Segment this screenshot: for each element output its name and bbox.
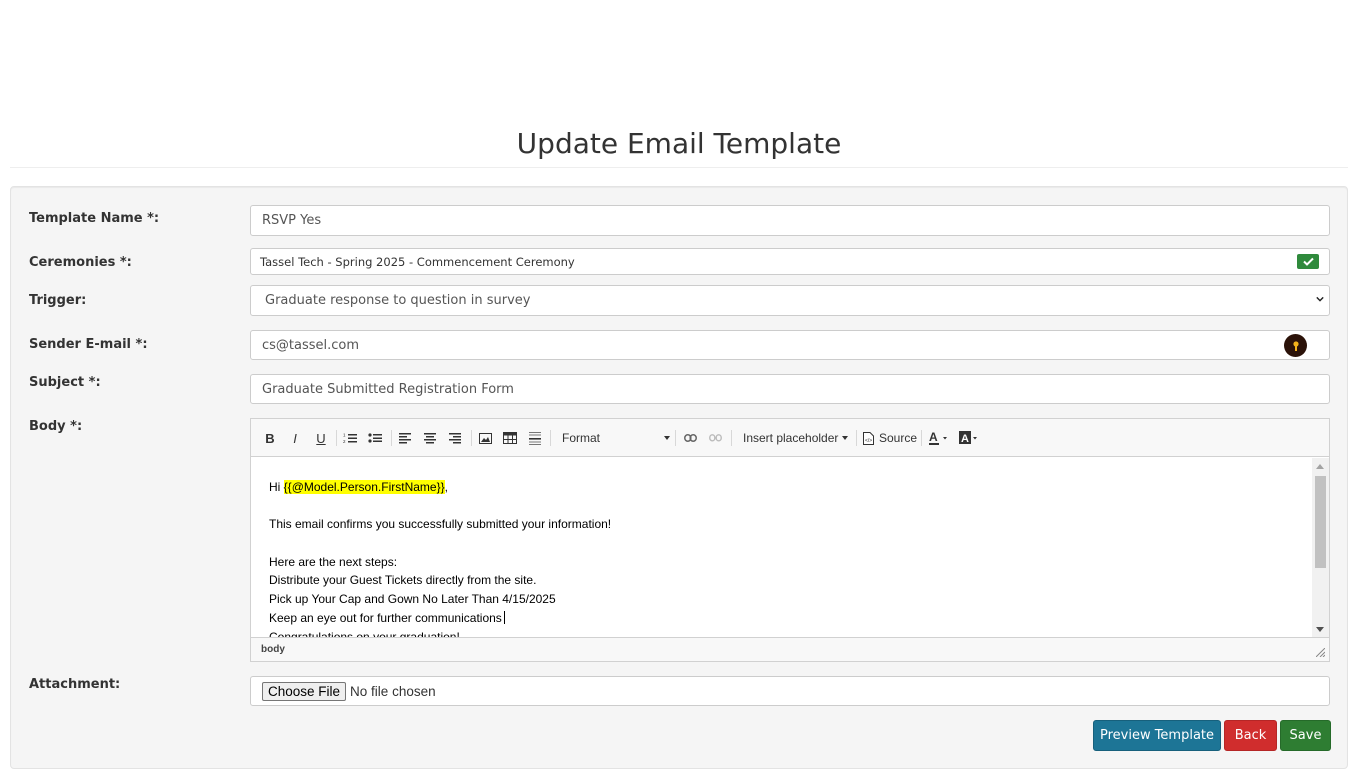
image-icon[interactable]: [477, 429, 493, 447]
body-line: Pick up Your Cap and Gown No Later Than …: [269, 592, 556, 607]
chevron-down-icon: [1316, 296, 1324, 302]
numbered-list-icon[interactable]: 12: [342, 429, 358, 447]
element-path[interactable]: body: [261, 644, 285, 655]
subject-label: Subject *:: [29, 375, 101, 390]
subject-value: Graduate Submitted Registration Form: [262, 381, 514, 397]
format-label: Format: [562, 431, 601, 445]
trigger-label: Trigger:: [29, 293, 87, 308]
greeting-line: Hi {{@Model.Person.FirstName}},: [269, 480, 448, 494]
toolbar-separator: [731, 430, 732, 446]
sender-email-label: Sender E-mail *:: [29, 337, 148, 352]
sender-email-input[interactable]: cs@tassel.com: [250, 330, 1330, 360]
form-panel: Template Name *: RSVP Yes Ceremonies *: …: [10, 186, 1348, 769]
rich-text-editor: B I U 12 Format Insert placeholder </> S…: [250, 418, 1330, 662]
ceremonies-label: Ceremonies *:: [29, 255, 132, 270]
insert-placeholder-dropdown[interactable]: Insert placeholder: [743, 429, 848, 447]
horizontal-line-icon[interactable]: [527, 429, 543, 447]
key-icon[interactable]: [1284, 334, 1307, 357]
link-icon[interactable]: [682, 429, 698, 447]
unlink-icon[interactable]: [707, 429, 723, 447]
bulleted-list-icon[interactable]: [367, 429, 383, 447]
back-button[interactable]: Back: [1224, 720, 1277, 751]
editor-scrollbar[interactable]: [1312, 458, 1329, 638]
body-line: Here are the next steps:: [269, 554, 398, 569]
ceremonies-multiselect[interactable]: Tassel Tech - Spring 2025 - Commencement…: [250, 248, 1330, 275]
template-name-value: RSVP Yes: [262, 213, 322, 228]
text-caret: [503, 610, 505, 624]
chevron-down-icon: [842, 436, 848, 440]
editor-content[interactable]: Hi {{@Model.Person.FirstName}}, This ema…: [251, 458, 1312, 638]
source-label: Source: [879, 431, 918, 445]
ceremony-tag: Tassel Tech - Spring 2025 - Commencement…: [260, 254, 575, 269]
page-title: Update Email Template: [516, 127, 842, 160]
bold-icon[interactable]: B: [263, 429, 277, 447]
check-icon[interactable]: [1297, 254, 1319, 269]
source-button[interactable]: </> Source: [863, 429, 918, 447]
placeholder-token: {{@Model.Person.FirstName}}: [283, 480, 445, 494]
align-right-icon[interactable]: [447, 429, 463, 447]
subject-input[interactable]: Graduate Submitted Registration Form: [250, 374, 1330, 404]
insert-placeholder-label: Insert placeholder: [743, 431, 839, 445]
toolbar-separator: [550, 430, 551, 446]
title-divider: [10, 167, 1348, 168]
file-status: No file chosen: [350, 683, 436, 699]
underline-icon[interactable]: U: [314, 429, 328, 447]
toolbar-separator: [675, 430, 676, 446]
text-color-icon[interactable]: A: [928, 429, 950, 447]
choose-file-button[interactable]: Choose File: [262, 681, 347, 701]
attachment-label: Attachment:: [29, 677, 121, 692]
source-icon: </>: [863, 431, 874, 445]
background-color-icon[interactable]: A: [958, 429, 980, 447]
align-left-icon[interactable]: [397, 429, 413, 447]
body-line: Distribute your Guest Tickets directly f…: [269, 573, 537, 588]
scroll-up-arrow[interactable]: [1316, 464, 1324, 469]
scroll-down-arrow[interactable]: [1316, 627, 1324, 632]
format-dropdown[interactable]: Format: [562, 429, 670, 447]
toolbar-separator: [856, 430, 857, 446]
svg-text:A: A: [929, 431, 938, 444]
trigger-select[interactable]: Graduate response to question in survey: [250, 285, 1330, 316]
table-icon[interactable]: [502, 429, 518, 447]
template-name-label: Template Name *:: [29, 211, 160, 226]
svg-text:A: A: [961, 433, 969, 445]
svg-text:</>: </>: [865, 438, 872, 444]
trigger-value: Graduate response to question in survey: [265, 293, 531, 308]
chevron-down-icon: [664, 436, 670, 440]
body-line: Keep an eye out for further communicatio…: [269, 609, 1294, 628]
toolbar-separator: [921, 430, 922, 446]
scrollbar-thumb[interactable]: [1315, 476, 1326, 568]
attachment-input: Choose File No file chosen: [250, 676, 1330, 706]
svg-text:2: 2: [343, 439, 346, 444]
align-center-icon[interactable]: [422, 429, 438, 447]
toolbar-separator: [391, 430, 392, 446]
toolbar-separator: [336, 430, 337, 446]
preview-template-button[interactable]: Preview Template: [1093, 720, 1221, 751]
body-label: Body *:: [29, 419, 83, 434]
save-button[interactable]: Save: [1280, 720, 1331, 751]
editor-toolbar: B I U 12 Format Insert placeholder </> S…: [251, 419, 1329, 457]
toolbar-separator: [471, 430, 472, 446]
svg-text:1: 1: [343, 433, 346, 438]
editor-status-bar: body: [251, 637, 1329, 661]
body-line: This email confirms you successfully sub…: [269, 517, 612, 532]
sender-email-value: cs@tassel.com: [262, 337, 360, 353]
resize-handle-icon[interactable]: [1316, 648, 1325, 657]
italic-icon[interactable]: I: [288, 429, 302, 447]
template-name-input[interactable]: RSVP Yes: [250, 205, 1330, 236]
